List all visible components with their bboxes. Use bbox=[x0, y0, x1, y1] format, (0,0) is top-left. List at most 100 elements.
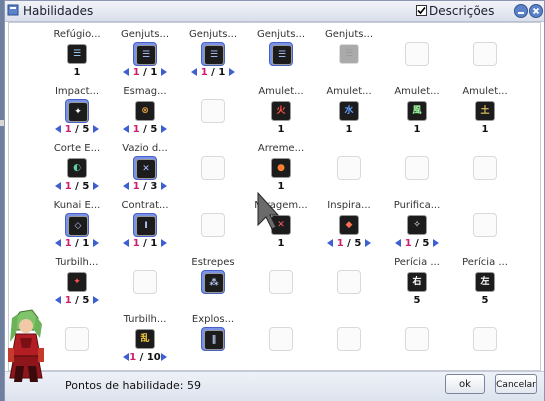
skill-icon: 水 bbox=[339, 101, 359, 121]
decrease-level-arrow-icon[interactable] bbox=[123, 68, 129, 76]
increase-level-arrow-icon[interactable] bbox=[93, 239, 99, 247]
skill-level-max: 5 bbox=[82, 295, 90, 306]
skill-level-current: 1 bbox=[413, 124, 421, 135]
decrease-level-arrow-icon[interactable] bbox=[55, 182, 61, 190]
skill-icon-button[interactable]: ☰ bbox=[337, 42, 361, 66]
increase-level-arrow-icon[interactable] bbox=[93, 296, 99, 304]
skill-level: 1 / 1 bbox=[43, 238, 111, 249]
skill-item[interactable]: Perícia ... 左 5 bbox=[451, 257, 519, 317]
skill-level-max: 3 bbox=[150, 181, 158, 192]
skill-icon-button[interactable]: ◐ bbox=[65, 156, 89, 180]
cancel-button[interactable]: Cancelar bbox=[495, 374, 537, 394]
skill-icon-button[interactable]: 乱 bbox=[133, 327, 157, 351]
skill-level-current: 1 bbox=[481, 124, 489, 135]
increase-level-arrow-icon[interactable] bbox=[161, 68, 167, 76]
skill-icon-button[interactable]: ● bbox=[269, 156, 293, 180]
skill-level-current: 1 bbox=[73, 67, 81, 78]
skill-level-current: 5 bbox=[481, 295, 489, 306]
skill-icon-button[interactable]: 土 bbox=[473, 99, 497, 123]
skill-icon-button[interactable]: ✦ bbox=[65, 99, 89, 123]
skill-icon-button[interactable]: 右 bbox=[405, 270, 429, 294]
skill-icon-button[interactable]: ☰ bbox=[133, 42, 157, 66]
minimize-button[interactable] bbox=[514, 4, 528, 18]
increase-level-arrow-icon[interactable] bbox=[229, 68, 235, 76]
increase-level-arrow-icon[interactable] bbox=[93, 182, 99, 190]
skill-icon-button[interactable]: ✕ bbox=[133, 156, 157, 180]
skill-icon: ⁂ bbox=[204, 273, 224, 293]
skill-item[interactable]: Refúgio... ☰ 1 bbox=[43, 29, 111, 89]
increase-level-arrow-icon[interactable] bbox=[93, 125, 99, 133]
skill-icon-button[interactable]: ⁂ bbox=[201, 270, 225, 294]
skill-item[interactable]: Amulet... 土 1 bbox=[451, 86, 519, 146]
decrease-level-arrow-icon[interactable] bbox=[123, 125, 129, 133]
increase-level-arrow-icon[interactable] bbox=[365, 239, 371, 247]
skill-item[interactable]: Amulet... 風 1 bbox=[383, 86, 451, 146]
descriptions-label[interactable]: Descrições bbox=[429, 4, 494, 18]
skill-item[interactable]: Genjuts... ☰ 1 / 1 bbox=[179, 29, 247, 89]
skill-glyph: ◐ bbox=[73, 163, 81, 173]
skill-item[interactable]: Contrat... I 1 / 1 bbox=[111, 200, 179, 260]
skill-name: Perícia ... bbox=[394, 257, 440, 268]
skill-item[interactable]: Perícia ... 右 5 bbox=[383, 257, 451, 317]
skill-icon-button[interactable]: ∥ bbox=[201, 327, 225, 351]
skill-item[interactable]: Purifica... ✧ 1 / 5 bbox=[383, 200, 451, 260]
skill-icon-button[interactable]: ◇ bbox=[65, 213, 89, 237]
descriptions-checkbox[interactable] bbox=[416, 5, 427, 16]
decrease-level-arrow-icon[interactable] bbox=[123, 353, 129, 361]
skill-name: Turbilh... bbox=[55, 257, 99, 268]
skill-icon: ☰ bbox=[204, 45, 224, 65]
decrease-level-arrow-icon[interactable] bbox=[123, 239, 129, 247]
skill-item[interactable]: Vazio d... ✕ 1 / 3 bbox=[111, 143, 179, 203]
skill-level-max: 5 bbox=[82, 181, 90, 192]
skill-item[interactable]: Corte E... ◐ 1 / 5 bbox=[43, 143, 111, 203]
skill-item[interactable]: Turbilh... 乱 1 / 10 bbox=[111, 314, 179, 374]
decrease-level-arrow-icon[interactable] bbox=[55, 125, 61, 133]
increase-level-arrow-icon[interactable] bbox=[433, 239, 439, 247]
skill-item[interactable]: Genjuts... ☰ bbox=[315, 29, 383, 89]
decrease-level-arrow-icon[interactable] bbox=[55, 239, 61, 247]
skill-name: Genjuts... bbox=[188, 29, 238, 40]
skill-item[interactable]: Explos... ∥ bbox=[179, 314, 247, 374]
skill-item[interactable]: Genjuts... ☰ bbox=[247, 29, 315, 89]
skill-icon-button[interactable]: ⊗ bbox=[133, 99, 157, 123]
skill-item[interactable]: Impact... ✦ 1 / 5 bbox=[43, 86, 111, 146]
title-bar[interactable]: Habilidades Descrições bbox=[5, 1, 544, 22]
decrease-level-arrow-icon[interactable] bbox=[395, 239, 401, 247]
skill-item[interactable]: Esmag... ⊗ 1 / 5 bbox=[111, 86, 179, 146]
skill-item[interactable]: Genjuts... ☰ 1 / 1 bbox=[111, 29, 179, 89]
skill-item[interactable]: Estrepes ⁂ bbox=[179, 257, 247, 317]
skill-level-separator: / bbox=[136, 352, 147, 363]
increase-level-arrow-icon[interactable] bbox=[161, 353, 167, 361]
skill-icon-button[interactable]: ☰ bbox=[201, 42, 225, 66]
skill-glyph: ☰ bbox=[344, 49, 354, 59]
ok-button[interactable]: ok bbox=[445, 374, 485, 394]
skill-icon-button[interactable]: 風 bbox=[405, 99, 429, 123]
decrease-level-arrow-icon[interactable] bbox=[327, 239, 333, 247]
skill-level-max: 5 bbox=[422, 238, 430, 249]
empty-skill-slot bbox=[473, 156, 497, 180]
skill-icon-button[interactable]: 左 bbox=[473, 270, 497, 294]
skill-item[interactable]: Inspira... ◆ 1 / 5 bbox=[315, 200, 383, 260]
increase-level-arrow-icon[interactable] bbox=[161, 182, 167, 190]
skill-icon-button[interactable]: 水 bbox=[337, 99, 361, 123]
decrease-level-arrow-icon[interactable] bbox=[123, 182, 129, 190]
skill-item[interactable]: Turbilh... ✦ 1 / 5 bbox=[43, 257, 111, 317]
increase-level-arrow-icon[interactable] bbox=[161, 239, 167, 247]
skill-icon-button[interactable]: ☰ bbox=[65, 42, 89, 66]
skill-icon-button[interactable]: I bbox=[133, 213, 157, 237]
close-button[interactable] bbox=[529, 4, 543, 18]
decrease-level-arrow-icon[interactable] bbox=[55, 296, 61, 304]
decrease-level-arrow-icon[interactable] bbox=[191, 68, 197, 76]
increase-level-arrow-icon[interactable] bbox=[161, 125, 167, 133]
skill-item[interactable]: Amulet... 火 1 bbox=[247, 86, 315, 146]
skill-item[interactable]: Kunai E... ◇ 1 / 1 bbox=[43, 200, 111, 260]
skill-name: Amulet... bbox=[462, 86, 508, 97]
skill-name: Contrat... bbox=[121, 200, 169, 211]
skill-icon-button[interactable]: ✧ bbox=[405, 213, 429, 237]
skill-icon-button[interactable]: 火 bbox=[269, 99, 293, 123]
skill-icon-button[interactable]: ◆ bbox=[337, 213, 361, 237]
skill-level-max: 1 bbox=[218, 67, 226, 78]
skill-item[interactable]: Amulet... 水 1 bbox=[315, 86, 383, 146]
skill-icon-button[interactable]: ✦ bbox=[65, 270, 89, 294]
skill-icon-button[interactable]: ☰ bbox=[269, 42, 293, 66]
